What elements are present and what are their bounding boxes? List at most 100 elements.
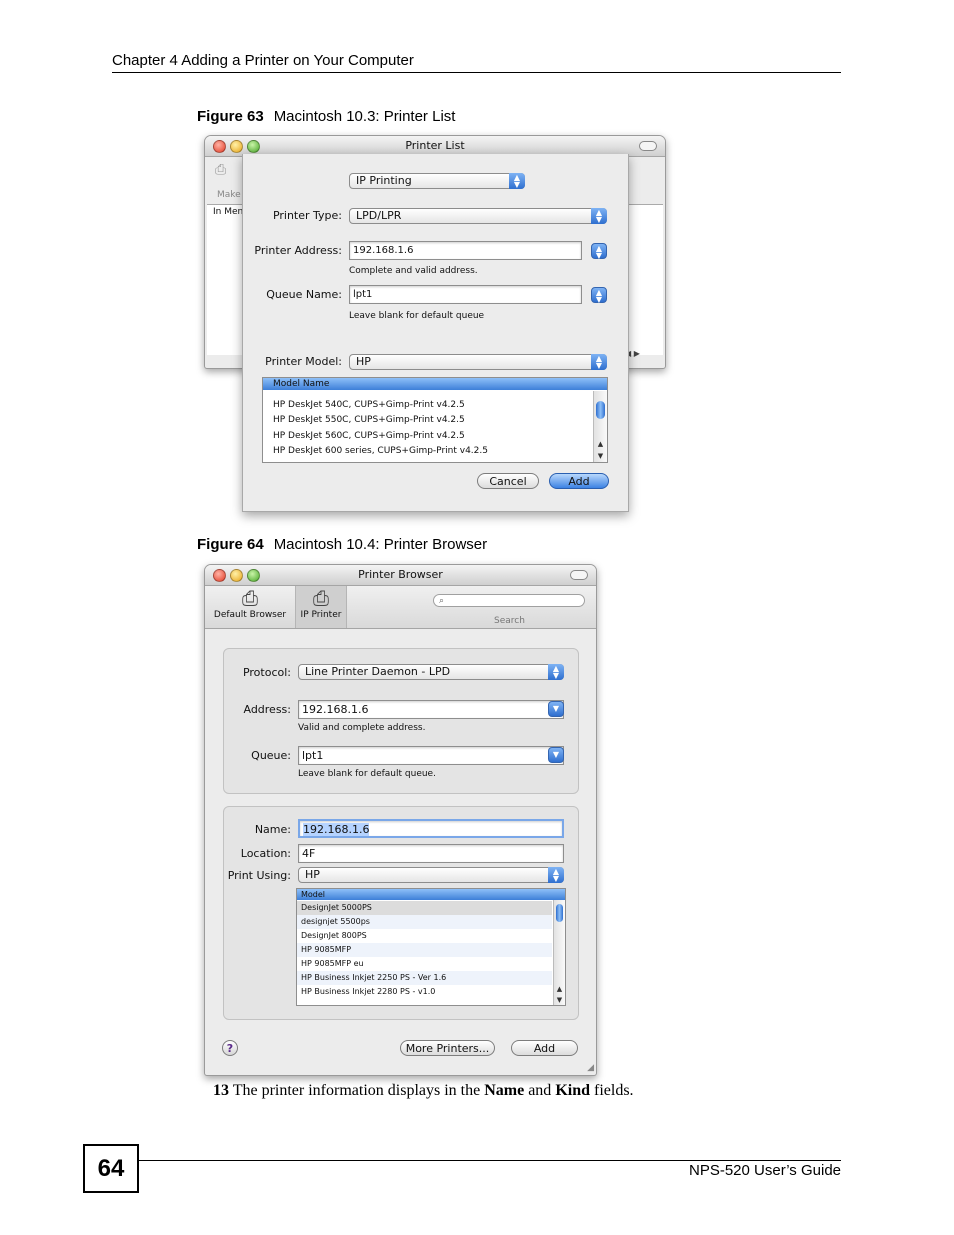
minimize-icon[interactable] [230,569,243,582]
popup-arrows-icon: ▲ ▼ [509,173,525,189]
list-item[interactable]: designjet 5500ps [297,915,552,929]
scroll-up-icon[interactable]: ▲ [554,985,565,993]
list-item[interactable]: DesignJet 5000PS [297,901,552,915]
address-history-icon[interactable]: ▲ ▼ [591,243,607,260]
model-name-list[interactable]: Model Name HP DeskJet 540C, CUPS+Gimp-Pr… [262,377,608,463]
scroll-thumb[interactable] [596,401,605,419]
default-browser-tool[interactable]: ⎙ Default Browser [207,586,293,628]
model-name-header[interactable]: Model Name [263,378,607,390]
connection-popup-value: IP Printing [356,174,412,187]
close-icon[interactable] [213,569,226,582]
more-printers-button[interactable]: More Printers... [400,1040,495,1056]
figure-64-caption: Figure 64 Macintosh 10.4: Printer Browser [197,536,487,553]
close-icon[interactable] [213,140,226,153]
list-item[interactable]: DesignJet 800PS [297,929,367,943]
ip-printer-tool[interactable]: ⎙ IP Printer [295,586,347,628]
header-rule [112,72,841,73]
protocol-popup[interactable]: Line Printer Daemon - LPD ▲ ▼ [298,664,564,680]
kind-keyword: Kind [555,1082,590,1099]
queue-hint: Leave blank for default queue. [298,769,436,779]
list-item[interactable]: HP Business Inkjet 2280 PS - v1.0 [297,985,435,999]
help-icon[interactable]: ? [222,1040,238,1056]
address-label: Address: [243,703,291,716]
model-list-header[interactable]: Model [297,889,565,900]
add-button[interactable]: Add [511,1040,578,1056]
guide-title: NPS-520 User’s Guide [688,1162,841,1179]
scroll-thumb[interactable] [556,904,563,922]
toolbar-toggle-icon[interactable] [570,570,588,580]
search-field[interactable]: ⌕ [433,594,585,607]
make-default-label: Make [217,190,241,200]
model-list-scrollbar[interactable]: ▲ ▼ [593,391,607,462]
printer-address-label: Printer Address: [254,244,342,257]
address-field[interactable]: 192.168.1.6 [298,700,564,719]
printer-address-field[interactable]: 192.168.1.6 [349,241,582,260]
list-item[interactable]: HP Business Inkjet 2250 PS - Ver 1.6 [297,971,552,985]
toolbar-toggle-icon[interactable] [639,141,657,151]
list-item[interactable]: HP 9085MFP [297,943,552,957]
location-field[interactable]: 4F [298,844,564,863]
printer-browser-titlebar: Printer Browser [205,565,596,586]
address-dropdown-icon[interactable]: ▼ [548,701,564,717]
printer-icon: ⎙ [215,162,227,178]
model-list-scrollbar[interactable]: ▲ ▼ [553,900,565,1005]
list-item[interactable]: HP DeskJet 540C, CUPS+Gimp-Print v4.2.5 [263,398,465,412]
window-title: Printer Browser [358,568,443,581]
chapter-header: Chapter 4 Adding a Printer on Your Compu… [112,52,414,69]
step-number: 13 [213,1082,229,1099]
resize-grip-icon[interactable]: ◢ [587,1063,594,1073]
printer-browser-window: Printer Browser ⎙ Default Browser ⎙ IP P… [204,564,597,1076]
popup-arrows-icon: ▲ ▼ [548,664,564,680]
model-list[interactable]: Model DesignJet 5000PS designjet 5500ps … [296,888,566,1006]
popup-arrows-icon: ▲ ▼ [548,867,564,883]
protocol-label: Protocol: [242,666,291,679]
zoom-icon[interactable] [247,569,260,582]
printer-info-group: Name: 192.168.1.6 Location: 4F Print Usi… [223,806,579,1020]
step-13: 13 The printer information displays in t… [213,1082,634,1100]
figure-63-title: Macintosh 10.3: Printer List [273,108,456,125]
printer-model-value: HP [356,355,371,368]
footer-rule [139,1160,841,1161]
queue-dropdown-icon[interactable]: ▼ [548,747,564,763]
name-keyword: Name [484,1082,525,1099]
list-item[interactable]: HP DeskJet 600 series, CUPS+Gimp-Print v… [263,444,488,458]
step-text: fields. [590,1082,634,1099]
ip-printer-icon: ⎙ [313,586,329,610]
printer-type-popup[interactable]: LPD/LPR ▲ ▼ [349,208,607,224]
default-browser-icon: ⎙ [242,586,258,610]
popup-arrows-icon: ▲ ▼ [591,208,607,224]
ip-printer-label: IP Printer [300,610,342,620]
cancel-button[interactable]: Cancel [477,473,539,489]
location-label: Location: [240,847,291,860]
name-field[interactable]: 192.168.1.6 [298,819,564,838]
figure-63-caption: Figure 63 Macintosh 10.3: Printer List [197,108,455,125]
add-button[interactable]: Add [549,473,609,489]
figure-64-number: Figure 64 [197,536,264,553]
address-hint: Valid and complete address. [298,723,426,733]
list-item[interactable]: HP 9085MFP eu [297,957,364,971]
printer-model-popup[interactable]: HP ▲ ▼ [349,354,607,370]
figure-64-title: Macintosh 10.4: Printer Browser [273,536,488,553]
scroll-down-icon[interactable]: ▼ [594,452,607,460]
step-text: The printer information displays in the [229,1082,485,1099]
list-item[interactable]: HP DeskJet 560C, CUPS+Gimp-Print v4.2.5 [263,429,465,443]
search-label: Search [494,616,525,626]
list-item[interactable]: HP DeskJet 550C, CUPS+Gimp-Print v4.2.5 [263,413,465,427]
print-using-popup[interactable]: HP ▲ ▼ [298,867,564,883]
scroll-up-icon[interactable]: ▲ [594,440,607,448]
window-title: Printer List [405,139,465,152]
default-browser-label: Default Browser [213,610,287,620]
minimize-icon[interactable] [230,140,243,153]
zoom-icon[interactable] [247,140,260,153]
queue-name-field[interactable]: lpt1 [349,285,582,304]
in-menu-column: In Men [213,207,244,217]
connection-popup[interactable]: IP Printing ▲ ▼ [349,173,525,189]
queue-field[interactable]: lpt1 [298,746,564,765]
queue-history-icon[interactable]: ▲ ▼ [591,287,607,304]
figure-63-screenshot: Printer List ⎙ Make In Men ◀ ▶ IP Printi… [200,134,670,514]
step-text: and [524,1082,556,1099]
add-printer-sheet: IP Printing ▲ ▼ Printer Type: LPD/LPR ▲ ▼ Pr… [242,154,629,512]
connection-group: Protocol: Line Printer Daemon - LPD ▲ ▼ Ad… [223,648,579,794]
protocol-value: Line Printer Daemon - LPD [305,665,451,678]
scroll-down-icon[interactable]: ▼ [554,996,565,1004]
